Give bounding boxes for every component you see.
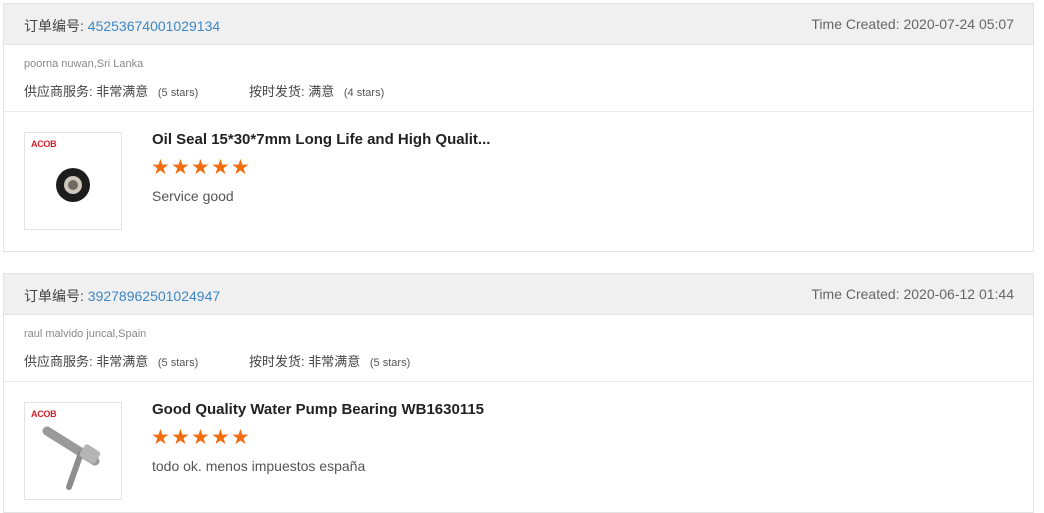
service-label: 供应商服务: <box>24 84 93 99</box>
star-icon: ★ <box>211 426 230 449</box>
star-icon: ★ <box>171 426 190 449</box>
product-title-link[interactable]: Oil Seal 15*30*7mm Long Life and High Qu… <box>152 131 490 148</box>
product-thumbnail[interactable]: ACOB <box>24 132 122 230</box>
order-label: 订单编号: <box>24 18 84 34</box>
buyer-name: poorna nuwan,Sri Lanka <box>24 58 144 70</box>
order-card: 订单编号: 45253674001029134 Time Created: 20… <box>3 3 1034 252</box>
oil-seal-image <box>56 168 90 202</box>
star-icon: ★ <box>151 426 170 449</box>
product-review: ACOB Oil Seal 15*30*7mm Long Life and Hi… <box>4 112 1033 232</box>
service-value: 非常满意 <box>96 354 149 369</box>
order-header: 订单编号: 45253674001029134 Time Created: 20… <box>4 4 1033 45</box>
order-number-link[interactable]: 45253674001029134 <box>88 18 220 34</box>
service-rating: 供应商服务: 非常满意 (5 stars) <box>24 81 198 100</box>
shipping-label: 按时发货: <box>249 354 305 369</box>
product-title-link[interactable]: Good Quality Water Pump Bearing WB163011… <box>152 401 484 418</box>
review-comment: Service good <box>152 188 234 204</box>
order-id: 订单编号: 39278962501024947 <box>24 286 220 306</box>
order-card: 订单编号: 39278962501024947 Time Created: 20… <box>3 273 1034 513</box>
time-created: Time Created: 2020-07-24 05:07 <box>811 16 1014 32</box>
buyer-name: raul malvido juncal,Spain <box>24 328 147 340</box>
order-id: 订单编号: 45253674001029134 <box>24 16 220 36</box>
product-thumbnail[interactable]: ACOB <box>24 402 122 500</box>
order-label: 订单编号: <box>24 288 84 304</box>
service-stars-note: (5 stars) <box>157 87 199 99</box>
time-created: Time Created: 2020-06-12 01:44 <box>811 286 1014 302</box>
star-icon: ★ <box>151 156 170 179</box>
star-icon: ★ <box>231 426 250 449</box>
shipping-value: 满意 <box>308 84 335 99</box>
star-rating: ★★★★★ <box>151 426 251 449</box>
product-review: ACOB Good Quality Water Pump Bearing WB1… <box>4 382 1033 502</box>
star-icon: ★ <box>211 156 230 179</box>
shipping-stars-note: (5 stars) <box>369 357 411 369</box>
water-pump-bearing-image <box>42 426 101 490</box>
star-icon: ★ <box>231 156 250 179</box>
star-rating: ★★★★★ <box>151 156 251 179</box>
service-label: 供应商服务: <box>24 354 93 369</box>
service-value: 非常满意 <box>96 84 149 99</box>
order-number-link[interactable]: 39278962501024947 <box>88 288 220 304</box>
shipping-label: 按时发货: <box>249 84 305 99</box>
star-icon: ★ <box>191 156 210 179</box>
order-header: 订单编号: 39278962501024947 Time Created: 20… <box>4 274 1033 315</box>
shipping-value: 非常满意 <box>308 354 361 369</box>
buyer-feedback: raul malvido juncal,Spain 供应商服务: 非常满意 (5… <box>4 315 1033 382</box>
star-icon: ★ <box>191 426 210 449</box>
buyer-feedback: poorna nuwan,Sri Lanka 供应商服务: 非常满意 (5 st… <box>4 45 1033 112</box>
shipping-rating: 按时发货: 满意 (4 stars) <box>249 81 384 100</box>
review-comment: todo ok. menos impuestos españa <box>152 458 366 474</box>
service-rating: 供应商服务: 非常满意 (5 stars) <box>24 351 198 370</box>
shipping-stars-note: (4 stars) <box>343 87 385 99</box>
service-stars-note: (5 stars) <box>157 357 199 369</box>
shipping-rating: 按时发货: 非常满意 (5 stars) <box>249 351 410 370</box>
star-icon: ★ <box>171 156 190 179</box>
